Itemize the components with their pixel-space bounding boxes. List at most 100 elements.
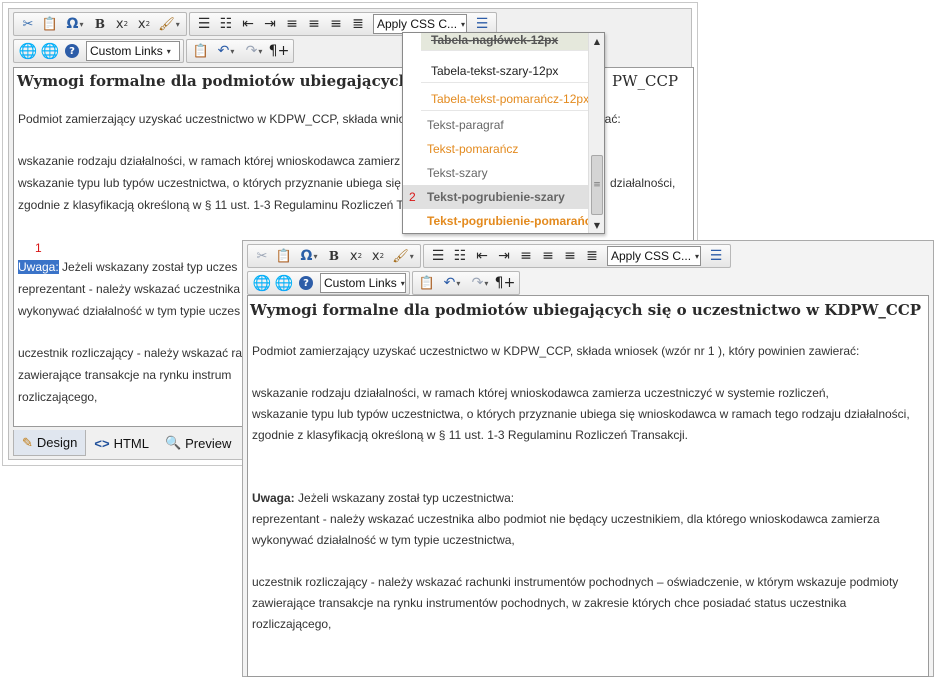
annotation-marker-2: 2 <box>409 190 416 204</box>
undo-icon[interactable]: ↶ <box>438 273 466 293</box>
align-left-icon[interactable]: ≡ <box>281 14 303 34</box>
format-brush-icon[interactable]: 🖌 <box>389 246 417 266</box>
indent-icon[interactable]: ⇥ <box>493 246 515 266</box>
undo-icon[interactable]: ↶ <box>212 41 240 61</box>
css-class-select-value: Apply CSS C... <box>377 17 458 31</box>
bold-button[interactable]: B <box>323 246 345 266</box>
brush-glyph: 🖌 <box>392 248 409 264</box>
editor-window-front: ✂ 📋 Ω B x2 x2 🖌 ☰ ☷ ⇤ ⇥ ≡ ≡ ≡ ≣ Apply CS… <box>242 240 934 677</box>
superscript-mark: 2 <box>145 20 151 28</box>
chevron-down-icon: ▾ <box>695 251 700 261</box>
align-right-icon[interactable]: ≡ <box>325 14 347 34</box>
editor-content-front[interactable]: Wymogi formalne dla podmiotów ubiegający… <box>247 295 929 677</box>
align-left-icon[interactable]: ≡ <box>515 246 537 266</box>
redo-glyph: ↷ <box>245 43 258 59</box>
pencil-icon: ✎ <box>22 434 33 450</box>
custom-links-select[interactable]: Custom Links ▾ <box>86 41 180 61</box>
chevron-down-icon: ▾ <box>461 19 466 29</box>
toolbar-group-history: 📋 ↶ ↷ ¶+ <box>186 39 294 63</box>
editor-mode-tabs: ✎ Design <> HTML 🔍 Preview <box>13 430 239 456</box>
paragraph-format-icon[interactable]: ☰ <box>471 14 493 34</box>
bold-glyph: B <box>94 17 106 31</box>
css-option-table-text-gray[interactable]: Tabela-tekst-szary-12px <box>421 59 589 83</box>
custom-links-select-value: Custom Links <box>90 44 163 58</box>
css-option-table-header[interactable]: Tabela-nagłówek-12px <box>421 33 589 51</box>
paste-icon[interactable]: 📋 <box>190 41 212 61</box>
help-button[interactable]: ? <box>61 41 83 61</box>
css-class-select[interactable]: Apply CSS C... ▾ <box>607 246 701 266</box>
css-option-text-gray[interactable]: Tekst-szary <box>403 161 589 185</box>
brush-glyph: 🖌 <box>158 16 175 32</box>
superscript-button[interactable]: x2 <box>367 246 389 266</box>
superscript-button[interactable]: x2 <box>133 14 155 34</box>
css-option-text-paragraph[interactable]: Tekst-paragraf <box>403 113 589 137</box>
superscript-base: x <box>371 248 380 264</box>
redo-glyph: ↷ <box>471 275 484 291</box>
toolbar-row-2: 🌐 🌐 ? Custom Links ▾ 📋 ↶ ↷ ¶+ <box>13 39 296 63</box>
help-icon: ? <box>65 44 79 58</box>
list-item: wskazanie typu lub typów uczestnictwa, o… <box>18 176 413 190</box>
paste-icon[interactable]: 📋 <box>273 246 295 266</box>
align-center-icon[interactable]: ≡ <box>303 14 325 34</box>
css-option-text-bold-gray-label: Tekst-pogrubienie-szary <box>427 190 565 204</box>
subscript-button[interactable]: x2 <box>345 246 367 266</box>
numbered-list-icon[interactable]: ☷ <box>449 246 471 266</box>
intro-paragraph: Podmiot zamierzający uzyskać uczestnictw… <box>18 112 406 126</box>
paste-icon[interactable]: 📋 <box>39 14 61 34</box>
bold-button[interactable]: B <box>89 14 111 34</box>
paste-icon[interactable]: 📋 <box>416 273 438 293</box>
cut-icon[interactable]: ✂ <box>251 246 273 266</box>
uwaga-text: Jeżeli wskazany został typ uczes <box>58 260 238 274</box>
numbered-list-icon[interactable]: ☷ <box>215 14 237 34</box>
scroll-up-icon[interactable]: ▲ <box>589 33 604 49</box>
list-item: wskazanie rodzaju działalności, w ramach… <box>252 386 829 400</box>
list-item: zgodnie z klasyfikacją określoną w § 11 … <box>18 198 404 212</box>
toolbar-group-links: 🌐 🌐 ? Custom Links ▾ <box>13 39 184 63</box>
cut-icon[interactable]: ✂ <box>17 14 39 34</box>
uwaga-paragraph: Uwaga: Jeżeli wskazany został typ uczest… <box>252 491 514 505</box>
paragraph-format-icon[interactable]: ☰ <box>705 246 727 266</box>
css-class-select[interactable]: Apply CSS C... ▾ <box>373 14 467 34</box>
list-item: wykonywać działalność w tym typie uczes <box>18 304 241 318</box>
align-justify-icon[interactable]: ≣ <box>347 14 369 34</box>
redo-icon[interactable]: ↷ <box>240 41 268 61</box>
bullet-list-icon[interactable]: ☰ <box>427 246 449 266</box>
help-button[interactable]: ? <box>295 273 317 293</box>
align-justify-icon[interactable]: ≣ <box>581 246 603 266</box>
scroll-down-icon[interactable]: ▼ <box>589 217 604 233</box>
paragraph-mark-icon[interactable]: ¶+ <box>494 273 516 293</box>
undo-glyph: ↶ <box>217 43 230 59</box>
align-right-icon[interactable]: ≡ <box>559 246 581 266</box>
css-option-text-orange[interactable]: Tekst-pomarańcz <box>403 137 589 161</box>
css-option-text-bold-orange[interactable]: Tekst-pogrubienie-pomarańcz <box>403 209 589 233</box>
list-item: reprezentant - należy wskazać uczestnika… <box>252 512 880 526</box>
paragraph-mark-icon[interactable]: ¶+ <box>268 41 290 61</box>
css-option-table-text-orange[interactable]: Tabela-tekst-pomarańcz-12px <box>421 87 589 111</box>
special-char-icon[interactable]: Ω <box>295 246 323 266</box>
tab-design[interactable]: ✎ Design <box>13 430 87 456</box>
remove-link-icon[interactable]: 🌐 <box>273 273 295 293</box>
align-center-icon[interactable]: ≡ <box>537 246 559 266</box>
outdent-icon[interactable]: ⇤ <box>471 246 493 266</box>
redo-icon[interactable]: ↷ <box>466 273 494 293</box>
list-item: wskazanie rodzaju działalności, w ramach… <box>18 154 401 168</box>
subscript-button[interactable]: x2 <box>111 14 133 34</box>
annotation-marker-1: 1 <box>35 241 42 255</box>
uwaga-label-selected[interactable]: Uwaga: <box>18 260 59 274</box>
outdent-icon[interactable]: ⇤ <box>237 14 259 34</box>
tab-preview[interactable]: 🔍 Preview <box>157 430 239 456</box>
format-brush-icon[interactable]: 🖌 <box>155 14 183 34</box>
bullet-list-icon[interactable]: ☰ <box>193 14 215 34</box>
special-char-icon[interactable]: Ω <box>61 14 89 34</box>
insert-link-icon[interactable]: 🌐 <box>17 41 39 61</box>
remove-link-icon[interactable]: 🌐 <box>39 41 61 61</box>
scroll-thumb[interactable]: ≡ <box>591 155 603 215</box>
insert-link-icon[interactable]: 🌐 <box>251 273 273 293</box>
css-option-text-bold-gray[interactable]: 2 Tekst-pogrubienie-szary <box>403 185 589 209</box>
dropdown-scrollbar[interactable]: ▲ ≡ ▼ <box>588 33 604 233</box>
tab-html[interactable]: <> HTML <box>86 430 157 456</box>
toolbar-group-paragraph: ☰ ☷ ⇤ ⇥ ≡ ≡ ≡ ≣ Apply CSS C... ▾ ☰ <box>423 244 731 268</box>
document-title: Wymogi formalne dla podmiotów ubiegający… <box>17 72 410 90</box>
custom-links-select[interactable]: Custom Links ▾ <box>320 273 406 293</box>
indent-icon[interactable]: ⇥ <box>259 14 281 34</box>
